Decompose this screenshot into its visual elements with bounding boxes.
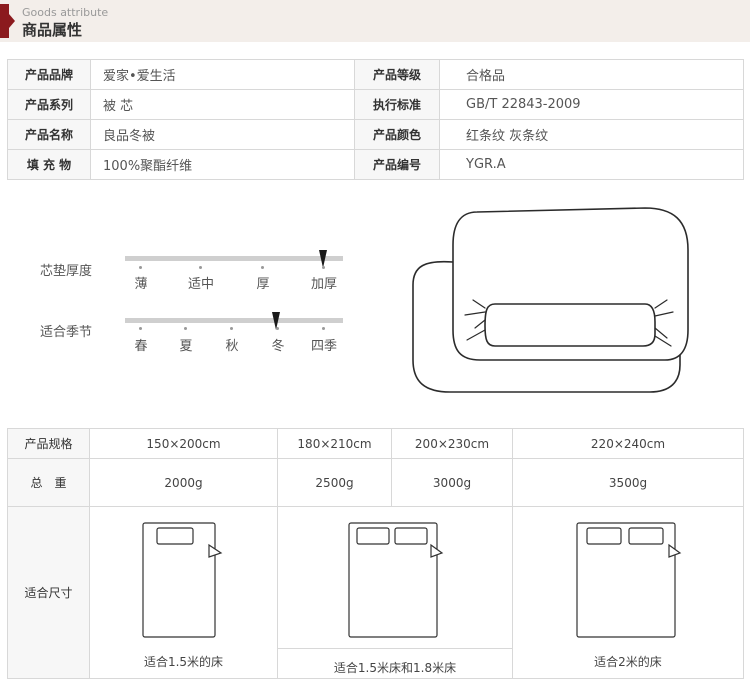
season-tick-label: 春 <box>134 339 148 354</box>
king-bed-icon <box>576 522 682 638</box>
header-accent-bar <box>0 4 9 38</box>
single-bed-icon <box>141 522 222 638</box>
tick-dot <box>261 266 264 269</box>
size-row: 产品规格 150×200cm 180×210cm 200×230cm 220×2… <box>7 428 744 459</box>
weight-value: 3000g <box>391 458 513 507</box>
attribute-value: 红条纹 灰条纹 <box>439 119 744 150</box>
thickness-tick-label: 厚 <box>256 277 270 292</box>
tick-dot <box>276 327 279 330</box>
season-tick-label: 夏 <box>179 339 193 354</box>
fit-caption: 适合1.5米的床 <box>143 655 224 669</box>
fit-row: 适合尺寸 适合1.5米的床 适合1.5米床和1.8米床 适合2米的床 <box>7 506 744 679</box>
attribute-label: 执行标准 <box>354 89 440 120</box>
season-scale-title: 适合季节 <box>40 325 93 340</box>
thickness-tick-label: 适中 <box>187 277 214 292</box>
header-arrow-icon <box>9 14 15 28</box>
attribute-row: 产品名称 良品冬被 产品颜色 红条纹 灰条纹 <box>7 119 744 150</box>
attribute-label: 产品编号 <box>354 149 440 180</box>
attribute-value: 良品冬被 <box>90 119 355 150</box>
quilt-illustration <box>412 207 689 393</box>
attribute-value: 爱家•爱生活 <box>90 59 355 90</box>
weight-value: 2500g <box>277 458 392 507</box>
weight-value: 3500g <box>512 458 744 507</box>
size-value: 180×210cm <box>277 428 392 459</box>
weight-label: 总 重 <box>7 458 90 507</box>
attribute-label: 产品名称 <box>7 119 91 150</box>
attribute-value: 合格品 <box>439 59 744 90</box>
header-english-title: Goods attribute <box>22 6 109 19</box>
tick-dot <box>139 327 142 330</box>
tick-dot <box>199 266 202 269</box>
attribute-label: 产品系列 <box>7 89 91 120</box>
tick-dot <box>322 266 325 269</box>
thickness-scale-bar <box>125 256 343 261</box>
attribute-label: 产品颜色 <box>354 119 440 150</box>
spec-table: 产品规格 150×200cm 180×210cm 200×230cm 220×2… <box>7 428 744 679</box>
header-title: 商品属性 <box>22 21 83 39</box>
attribute-row: 填 充 物 100%聚酯纤维 产品编号 YGR.A <box>7 149 744 180</box>
fit-caption: 适合1.5米床和1.8米床 <box>278 648 512 676</box>
attribute-row: 产品系列 被 芯 执行标准 GB/T 22843-2009 <box>7 89 744 120</box>
fit-label: 适合尺寸 <box>7 506 90 679</box>
attribute-value: 被 芯 <box>90 89 355 120</box>
tick-dot <box>230 327 233 330</box>
weight-row: 总 重 2000g 2500g 3000g 3500g <box>7 458 744 507</box>
fit-caption: 适合2米的床 <box>594 655 662 669</box>
attribute-value: 100%聚酯纤维 <box>90 149 355 180</box>
attribute-label: 产品品牌 <box>7 59 91 90</box>
size-value: 200×230cm <box>391 428 513 459</box>
thickness-scale-title: 芯垫厚度 <box>40 264 93 279</box>
attribute-table: 产品品牌 爱家•爱生活 产品等级 合格品 产品系列 被 芯 执行标准 GB/T … <box>7 59 744 180</box>
attribute-label: 填 充 物 <box>7 149 91 180</box>
bed-cell-double: 适合1.5米床和1.8米床 <box>277 506 513 679</box>
attribute-label: 产品等级 <box>354 59 440 90</box>
tick-dot <box>184 327 187 330</box>
season-scale-bar <box>125 318 343 323</box>
weight-value: 2000g <box>89 458 278 507</box>
tick-dot <box>139 266 142 269</box>
section-header <box>0 0 750 42</box>
bed-cell-king: 适合2米的床 <box>512 506 744 679</box>
season-tick-label: 冬 <box>271 339 285 354</box>
tick-dot <box>322 327 325 330</box>
thickness-tick-label: 加厚 <box>310 277 337 292</box>
size-value: 150×200cm <box>89 428 278 459</box>
attribute-value: GB/T 22843-2009 <box>439 89 744 120</box>
season-tick-label: 秋 <box>225 339 239 354</box>
bed-cell-single: 适合1.5米的床 <box>89 506 278 679</box>
size-label: 产品规格 <box>7 428 90 459</box>
thickness-tick-label: 薄 <box>134 277 148 292</box>
size-value: 220×240cm <box>512 428 744 459</box>
season-tick-label: 四季 <box>310 339 337 354</box>
double-bed-icon <box>348 522 444 638</box>
attribute-row: 产品品牌 爱家•爱生活 产品等级 合格品 <box>7 59 744 90</box>
attribute-value: YGR.A <box>439 149 744 180</box>
